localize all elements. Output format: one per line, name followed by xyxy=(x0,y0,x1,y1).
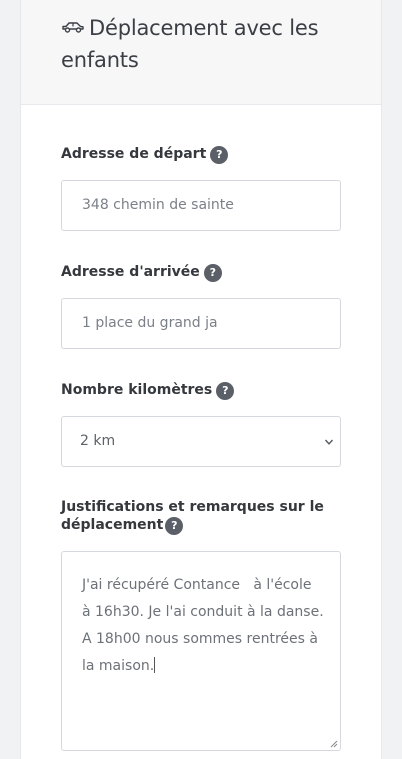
card-header: Déplacement avec les enfants xyxy=(21,0,381,105)
help-icon[interactable]: ? xyxy=(203,264,222,282)
remarks-label-line1: Justifications et remarques sur le xyxy=(61,499,324,515)
resize-grip-icon[interactable] xyxy=(330,740,338,748)
distance-label-text: Nombre kilomètres xyxy=(61,382,213,398)
help-icon[interactable]: ? xyxy=(165,517,184,535)
remarks-label-line2-text: déplacement xyxy=(61,517,164,533)
help-icon[interactable]: ? xyxy=(216,382,235,400)
help-icon[interactable]: ? xyxy=(210,146,229,164)
start-address-input[interactable]: 348 chemin de sainte xyxy=(61,180,341,231)
remarks-textarea[interactable]: J'ai récupéré Contance à l'école à 16h30… xyxy=(61,551,341,751)
end-address-label-text: Adresse d'arrivée xyxy=(61,264,200,280)
start-address-label: Adresse de départ? xyxy=(61,145,229,164)
distance-label: Nombre kilomètres? xyxy=(61,381,235,400)
remarks-line: la maison. xyxy=(82,658,155,674)
remarks-label-line2: déplacement? xyxy=(61,516,324,535)
distance-select[interactable]: 2 km xyxy=(61,416,341,467)
trip-card: Déplacement avec les enfants Adresse de … xyxy=(20,0,382,759)
car-icon xyxy=(62,22,84,33)
start-address-label-text: Adresse de départ xyxy=(61,146,207,162)
text-cursor xyxy=(154,657,156,673)
remarks-line: A 18h00 nous sommes rentrées à xyxy=(82,631,318,647)
end-address-input[interactable]: 1 place du grand ja xyxy=(61,298,341,349)
card-title-text: Déplacement avec les enfants xyxy=(61,16,319,72)
page: Déplacement avec les enfants Adresse de … xyxy=(0,0,402,759)
remarks-line: J'ai récupéré Contance à l'école xyxy=(82,577,312,593)
chevron-down-icon xyxy=(324,439,334,445)
remarks-last-line: la maison. xyxy=(82,653,320,680)
end-address-label: Adresse d'arrivée? xyxy=(61,263,222,282)
card-title: Déplacement avec les enfants xyxy=(61,12,361,76)
remarks-label: Justifications et remarques sur le dépla… xyxy=(61,498,324,535)
distance-select-value: 2 km xyxy=(80,433,116,449)
remarks-line: à 16h30. Je l'ai conduit à la danse. xyxy=(82,604,324,620)
